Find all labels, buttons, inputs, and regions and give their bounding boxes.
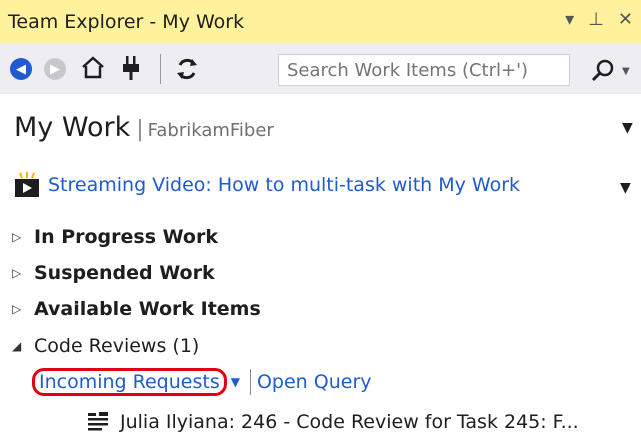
refresh-icon[interactable]: [174, 56, 200, 82]
actions-separator: [249, 369, 251, 395]
section-label: Available Work Items: [34, 298, 261, 320]
expand-arrow-icon[interactable]: ▷: [12, 266, 34, 280]
window-title: Team Explorer - My Work: [8, 11, 245, 33]
toolbar: ◀ ▶ ▼: [0, 44, 641, 94]
code-review-actions: Incoming Requests ▼ Open Query: [32, 368, 372, 396]
project-name: FabrikamFiber: [147, 120, 274, 141]
toolbar-separator: [160, 54, 161, 84]
page-title: My Work: [14, 112, 131, 143]
section-in-progress-work[interactable]: ▷ In Progress Work: [12, 226, 218, 248]
video-row: Streaming Video: How to multi-task with …: [14, 172, 520, 198]
open-query-link[interactable]: Open Query: [257, 371, 372, 393]
code-review-icon: [88, 412, 108, 431]
video-menu-chevron-icon[interactable]: ▼: [620, 180, 631, 196]
section-suspended-work[interactable]: ▷ Suspended Work: [12, 262, 215, 284]
section-label: In Progress Work: [34, 226, 218, 248]
incoming-requests-chevron-icon[interactable]: ▼: [231, 375, 240, 389]
dropdown-icon[interactable]: ▾: [565, 9, 574, 30]
header-separator: |: [136, 117, 144, 142]
incoming-requests-link[interactable]: Incoming Requests: [32, 368, 227, 396]
title-bar: Team Explorer - My Work ▾ ⊥ ✕: [0, 0, 641, 44]
search-input[interactable]: [279, 59, 569, 81]
section-code-reviews[interactable]: ◢ Code Reviews (1): [12, 335, 199, 357]
expand-arrow-icon[interactable]: ▷: [12, 302, 34, 316]
window-controls: ▾ ⊥ ✕: [565, 9, 633, 30]
forward-button[interactable]: ▶: [44, 58, 66, 80]
page-header: My Work | FabrikamFiber: [14, 112, 274, 143]
review-item-label: Julia Ilyiana: 246 - Code Review for Tas…: [120, 411, 579, 433]
page-menu-chevron-icon[interactable]: ▼: [622, 120, 633, 136]
home-icon[interactable]: [80, 54, 106, 80]
list-item[interactable]: Julia Ilyiana: 246 - Code Review for Tas…: [86, 410, 579, 434]
pin-icon[interactable]: ⊥: [588, 9, 604, 30]
search-options-chevron-icon[interactable]: ▼: [622, 66, 630, 77]
video-link[interactable]: Streaming Video: How to multi-task with …: [48, 174, 520, 196]
connect-icon[interactable]: [120, 54, 142, 82]
expand-arrow-icon[interactable]: ▷: [12, 230, 34, 244]
section-label: Suspended Work: [34, 262, 215, 284]
section-label: Code Reviews (1): [34, 335, 200, 357]
search-box[interactable]: [278, 54, 570, 86]
collapse-arrow-icon[interactable]: ◢: [12, 339, 34, 353]
close-icon[interactable]: ✕: [618, 9, 633, 30]
search-icon[interactable]: [590, 58, 616, 84]
section-available-work-items[interactable]: ▷ Available Work Items: [12, 298, 261, 320]
video-icon: [15, 172, 39, 197]
back-button[interactable]: ◀: [10, 58, 32, 80]
